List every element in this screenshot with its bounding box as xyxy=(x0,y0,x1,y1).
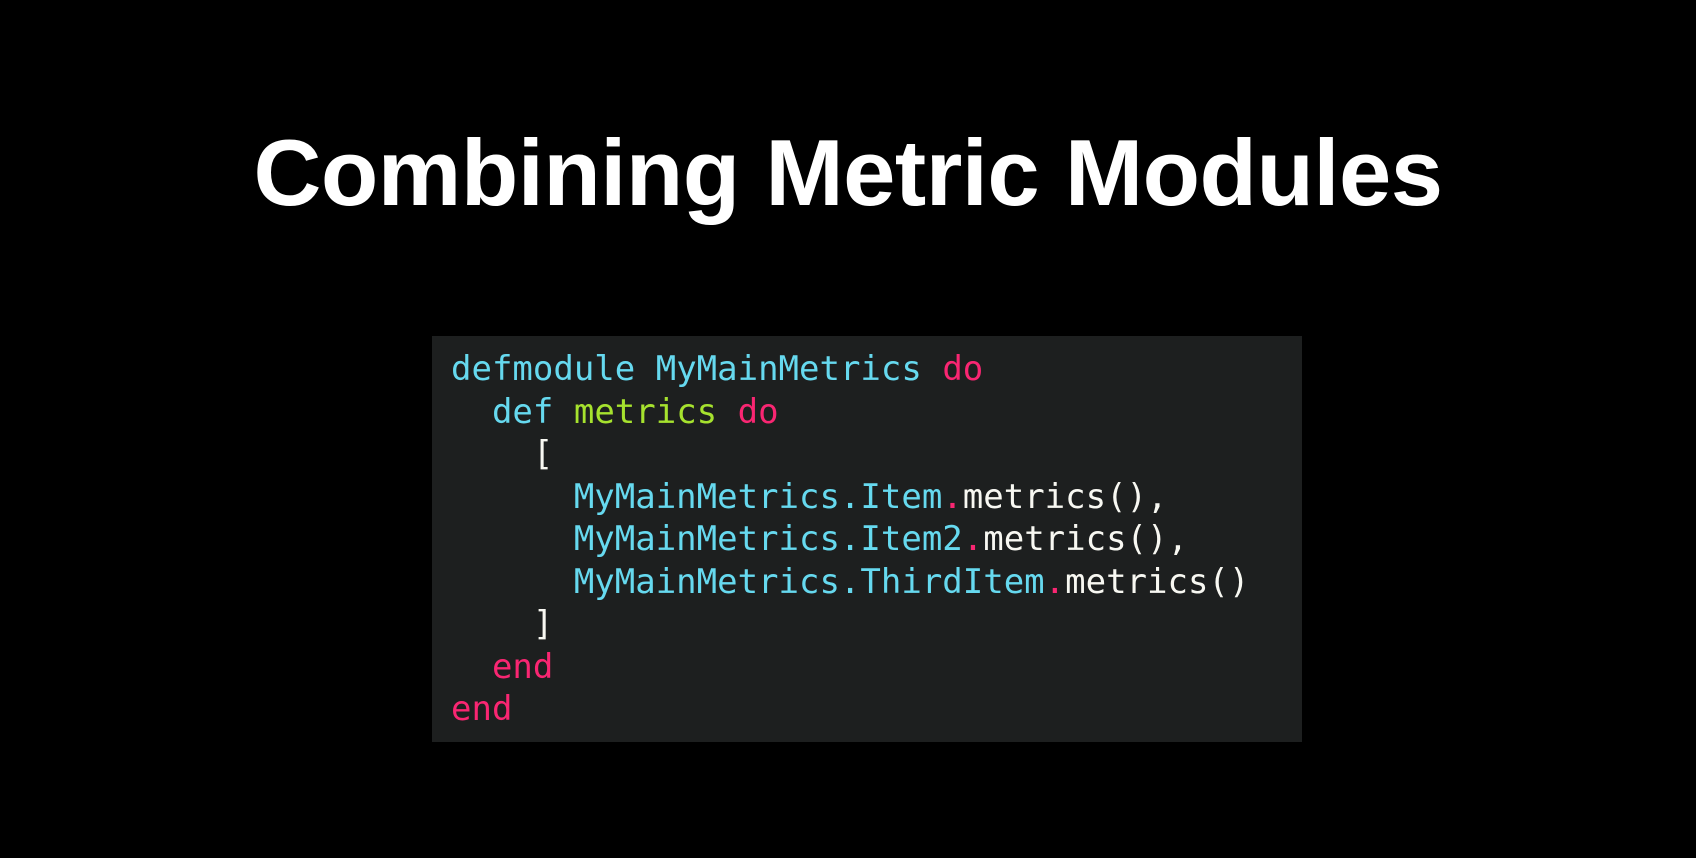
code-token: do xyxy=(737,391,779,432)
code-line: [ xyxy=(451,433,1302,476)
code-token: end xyxy=(491,646,554,687)
code-token: ] xyxy=(451,604,554,644)
code-line: MyMainMetrics.ThirdItem.metrics() xyxy=(451,561,1302,604)
code-line: def metrics do xyxy=(451,391,1302,434)
code-token: [ xyxy=(451,434,554,474)
code-token: . xyxy=(962,519,984,559)
code-token: MyMainMetrics xyxy=(655,349,922,389)
code-token: do xyxy=(942,349,984,389)
code-line: end xyxy=(451,688,1302,731)
code-token: end xyxy=(451,689,513,729)
code-token: . xyxy=(942,476,963,517)
code-token: def xyxy=(491,391,554,432)
code-token: MyMainMetrics.Item2 xyxy=(573,519,963,559)
code-token: MyMainMetrics.ThirdItem xyxy=(573,561,1045,602)
code-line: defmodule MyMainMetrics do xyxy=(451,348,1302,391)
code-token: defmodule xyxy=(451,349,636,389)
code-token: metrics(), xyxy=(962,476,1168,517)
code-line: end xyxy=(451,646,1302,689)
code-token: . xyxy=(1044,561,1066,602)
code-token: metrics(), xyxy=(983,519,1188,559)
code-token: metrics xyxy=(573,391,718,432)
code-line: ] xyxy=(451,603,1302,646)
code-token: metrics() xyxy=(1065,561,1250,602)
code-line: MyMainMetrics.Item2.metrics(), xyxy=(451,518,1302,561)
slide-title: Combining Metric Modules xyxy=(253,120,1443,225)
code-line: MyMainMetrics.Item.metrics(), xyxy=(451,476,1302,519)
slide: Combining Metric Modules defmodule MyMai… xyxy=(0,0,1696,858)
code-block: defmodule MyMainMetrics do def metrics d… xyxy=(432,336,1302,742)
code-token: MyMainMetrics.Item xyxy=(573,476,943,517)
